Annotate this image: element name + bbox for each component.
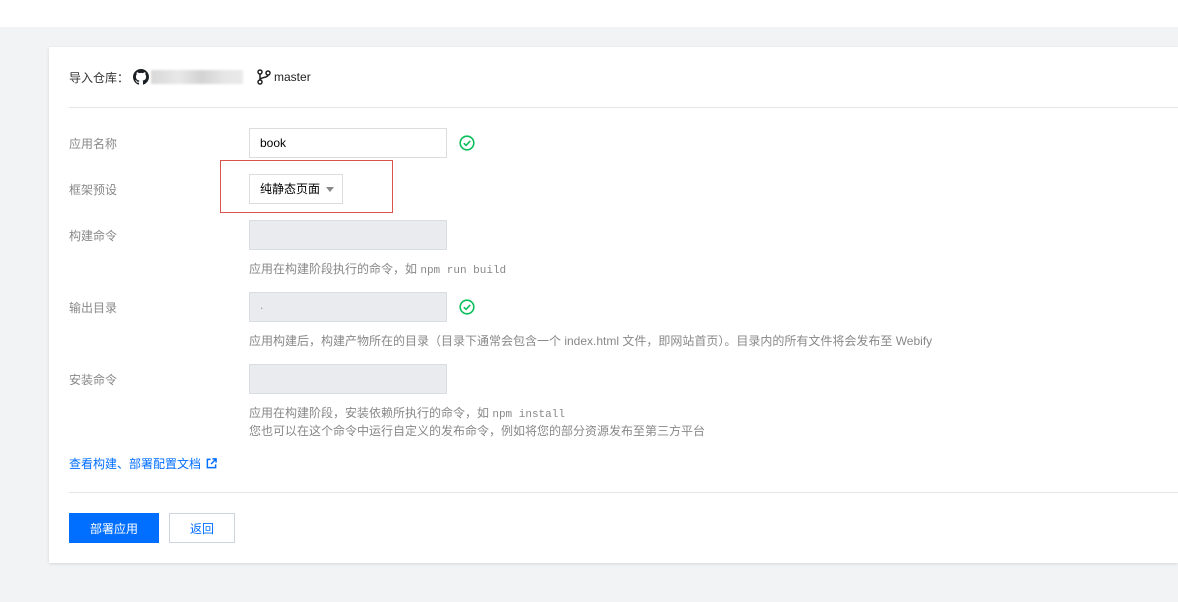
github-icon <box>133 69 150 85</box>
build-command-help-code: npm run build <box>420 265 507 277</box>
app-name-label: 应用名称 <box>69 137 118 151</box>
divider <box>69 107 1178 108</box>
build-command-help: 应用在构建阶段执行的命令，如 npm run build <box>249 260 506 277</box>
repo-label: 导入仓库： <box>69 70 130 85</box>
top-bar <box>0 0 1178 27</box>
output-dir-input[interactable]: . <box>249 292 447 322</box>
install-command-label: 安装命令 <box>69 373 118 387</box>
framework-select[interactable]: 纯静态页面 <box>249 174 343 204</box>
check-circle-icon <box>459 135 475 151</box>
framework-label: 框架预设 <box>69 183 118 197</box>
branch-name: master <box>274 70 311 84</box>
back-button[interactable]: 返回 <box>169 513 235 543</box>
install-command-input[interactable] <box>249 364 447 394</box>
docs-link[interactable]: 查看构建、部署配置文档 <box>69 455 217 472</box>
build-command-label: 构建命令 <box>69 229 118 243</box>
output-dir-help: 应用构建后，构建产物所在的目录（目录下通常会包含一个 index.html 文件… <box>249 334 933 348</box>
install-command-help: 应用在构建阶段，安装依赖所执行的命令，如 npm install <box>249 404 565 421</box>
install-command-help-2: 您也可以在这个命令中运行自定义的发布命令，例如将您的部分资源发布至第三方平台 <box>249 424 706 438</box>
deploy-button[interactable]: 部署应用 <box>69 513 159 543</box>
deploy-config-card: 导入仓库： master 应用名称 book 框架预设 纯静态页面 构建命令 应… <box>49 47 1178 563</box>
caret-down-icon <box>326 187 334 192</box>
blurred-repo-name <box>151 70 244 84</box>
external-link-icon <box>206 458 217 469</box>
repo-info: 导入仓库： master <box>69 69 311 85</box>
build-command-help-text: 应用在构建阶段执行的命令，如 <box>249 262 421 276</box>
install-command-help-code: npm install <box>492 409 565 421</box>
git-branch-icon <box>257 69 271 85</box>
framework-selected-value: 纯静态页面 <box>260 182 321 196</box>
check-circle-icon <box>459 299 475 315</box>
docs-link-text: 查看构建、部署配置文档 <box>69 457 202 471</box>
app-name-input[interactable]: book <box>249 128 447 158</box>
build-command-input[interactable] <box>249 220 447 250</box>
output-dir-label: 输出目录 <box>69 301 118 315</box>
install-command-help-text: 应用在构建阶段，安装依赖所执行的命令，如 <box>249 406 493 420</box>
divider <box>69 492 1178 493</box>
